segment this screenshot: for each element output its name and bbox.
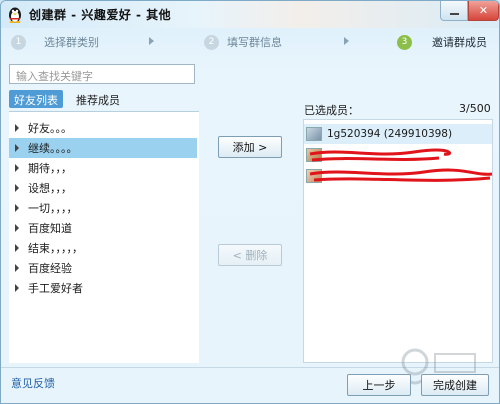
tab-recommended[interactable]: 推荐成员 — [71, 90, 125, 108]
expand-triangle-icon[interactable] — [15, 284, 19, 292]
group-item[interactable]: 百度知道 — [9, 218, 197, 238]
selected-members-list: 1g520394 (249910398) — [303, 119, 493, 363]
tab-friend-list[interactable]: 好友列表 — [9, 90, 63, 108]
group-item[interactable]: 一切，，，， — [9, 198, 197, 218]
step-label: 选择群类别 — [44, 36, 99, 49]
friend-group-list: 好友。。。 继续。。。。 期待，，， 设想，，， 一切，，，， 百度知道 结束，… — [9, 111, 199, 363]
group-item[interactable]: 百度经验 — [9, 258, 197, 278]
group-item[interactable]: 结束，，，，， — [9, 238, 197, 258]
minimize-icon — [449, 12, 459, 15]
step-2: 2 填写群信息 — [204, 34, 282, 50]
expand-triangle-icon[interactable] — [15, 264, 19, 272]
expand-triangle-icon[interactable] — [15, 184, 19, 192]
group-item[interactable]: 好友。。。 — [9, 118, 197, 138]
step-arrow-icon — [149, 37, 154, 45]
step-3: 3 邀请群成员 — [397, 34, 487, 50]
expand-triangle-icon[interactable] — [15, 224, 19, 232]
window-title: 创建群 - 兴趣爱好 - 其他 — [29, 8, 172, 22]
group-item-selected[interactable]: 继续。。。。 — [9, 138, 197, 158]
expand-triangle-icon[interactable] — [15, 144, 19, 152]
add-button[interactable]: 添加 > — [218, 136, 282, 158]
finish-create-button[interactable]: 完成创建 — [421, 374, 489, 396]
step-indicator: 1 选择群类别 2 填写群信息 3 邀请群成员 — [1, 31, 499, 55]
minimize-button[interactable] — [440, 1, 468, 21]
member-name: 1g520394 (249910398) — [327, 128, 453, 140]
expand-triangle-icon[interactable] — [15, 204, 19, 212]
remove-button[interactable]: < 删除 — [218, 244, 282, 266]
selected-count: 3/500 — [459, 102, 491, 115]
close-icon: ✕ — [478, 4, 489, 17]
member-row[interactable]: 1g520394 (249910398) — [304, 124, 492, 144]
qq-penguin-icon — [9, 7, 21, 23]
selected-members-label: 已选成员： — [304, 104, 359, 117]
feedback-link[interactable]: 意见反馈 — [11, 375, 55, 391]
expand-triangle-icon[interactable] — [15, 244, 19, 252]
expand-triangle-icon[interactable] — [15, 164, 19, 172]
avatar — [306, 127, 322, 141]
step-number: 2 — [204, 34, 219, 50]
search-input[interactable]: 输入查找关键字 — [9, 64, 195, 84]
title-bar: 创建群 - 兴趣爱好 - 其他 ✕ — [1, 1, 499, 28]
step-number: 3 — [397, 34, 412, 50]
group-item[interactable]: 手工爱好者 — [9, 278, 197, 298]
step-arrow-icon — [344, 37, 349, 45]
close-button[interactable]: ✕ — [468, 1, 499, 21]
group-item[interactable]: 期待，，， — [9, 158, 197, 178]
member-source-tabs: 好友列表 推荐成员 — [9, 90, 133, 108]
step-label: 邀请群成员 — [432, 36, 487, 49]
group-item[interactable]: 设想，，， — [9, 178, 197, 198]
step-number: 1 — [11, 34, 26, 50]
redaction-scribble — [309, 148, 493, 182]
create-group-window: 创建群 - 兴趣爱好 - 其他 ✕ 1 选择群类别 2 填写群信息 3 邀请群成… — [0, 0, 500, 404]
expand-triangle-icon[interactable] — [15, 124, 19, 132]
step-1: 1 选择群类别 — [11, 34, 99, 50]
step-label: 填写群信息 — [227, 36, 282, 49]
previous-step-button[interactable]: 上一步 — [347, 374, 411, 396]
